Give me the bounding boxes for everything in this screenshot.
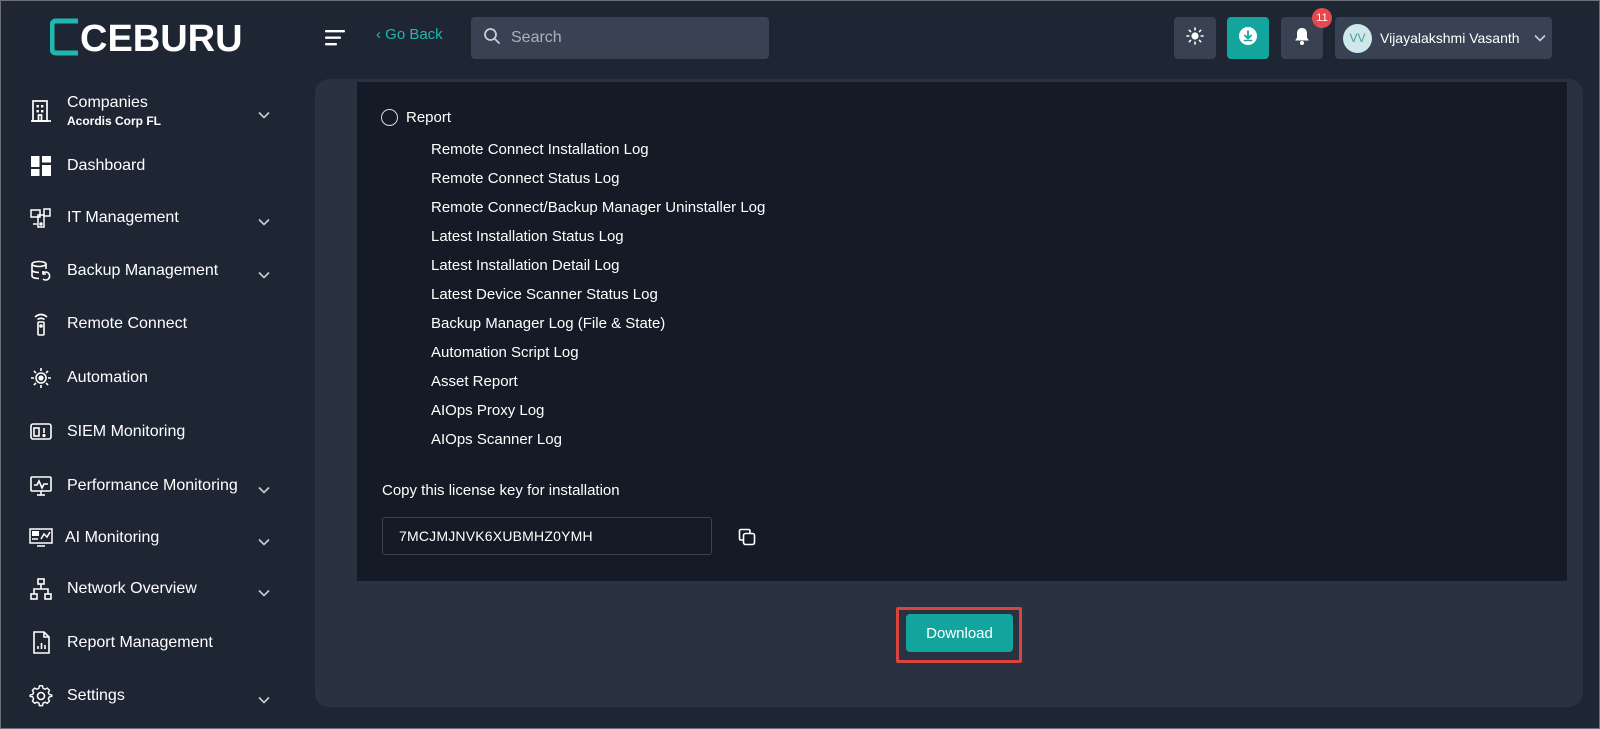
performance-icon [28,473,54,499]
copy-icon[interactable] [735,525,759,549]
sidebar-item-performance-monitoring[interactable]: Performance Monitoring [28,473,278,499]
sidebar: Companies Acordis Corp FL Dashboard IT M… [0,76,298,729]
sidebar-item-label: AI Monitoring [65,529,160,546]
building-icon [28,98,54,124]
sidebar-item-label: Remote Connect [67,315,188,332]
list-item: Asset Report [431,373,518,390]
notification-badge: 11 [1312,8,1332,28]
ai-monitor-icon [28,525,54,551]
chevron-down-icon [258,213,270,231]
report-panel: Report Remote Connect Installation Log R… [357,82,1567,581]
list-item: Backup Manager Log (File & State) [431,315,666,332]
sidebar-item-label: Automation [67,369,148,386]
sidebar-item-label: Performance Monitoring [67,477,238,494]
sidebar-item-label: SIEM Monitoring [67,423,186,440]
report-radio-option[interactable]: Report [381,109,451,126]
chevron-down-icon [258,584,270,602]
sidebar-item-label: Dashboard [67,157,146,174]
list-item: Latest Device Scanner Status Log [431,286,658,303]
settings-icon [28,683,54,709]
remote-icon [28,311,54,337]
radio-button[interactable] [381,109,398,126]
logo-text: CEBURU [80,18,243,56]
company-name: Acordis Corp FL [67,114,162,128]
logo-wordmark: CEBURU [50,18,243,56]
sidebar-item-it-management[interactable]: IT Management [28,205,278,231]
report-icon [28,630,54,656]
download-card: Report Remote Connect Installation Log R… [315,79,1583,707]
sidebar-item-label: Network Overview [67,580,197,597]
list-item: Latest Installation Detail Log [431,257,620,274]
log-list: Remote Connect Installation Log Remote C… [431,135,765,454]
chevron-down-icon [258,691,270,709]
theme-toggle-button[interactable] [1174,17,1216,59]
avatar: VV [1343,23,1372,53]
sidebar-item-label: Companies [67,94,148,111]
sidebar-item-backup-management[interactable]: Backup Management [28,258,278,284]
automation-icon [28,365,54,391]
notifications-button[interactable]: 11 [1281,8,1332,59]
menu-toggle-icon[interactable] [325,28,347,48]
sidebar-item-network-overview[interactable]: Network Overview [28,576,278,602]
list-item: AIOps Proxy Log [431,402,545,419]
backup-icon [28,258,54,284]
sun-icon [1186,26,1204,50]
siem-icon [28,419,54,445]
it-management-icon [28,205,54,231]
license-key-field[interactable]: 7MCJMJNVK6XUBMHZ0YMH [382,517,712,555]
download-button[interactable]: Download [906,614,1013,652]
search-bar[interactable] [471,17,769,59]
download-agent-button[interactable] [1227,17,1269,59]
chevron-down-icon [258,106,270,124]
chevron-down-icon [258,266,270,284]
sidebar-item-companies[interactable]: Companies Acordis Corp FL [28,92,278,130]
list-item: AIOps Scanner Log [431,431,562,448]
sidebar-item-remote-connect[interactable]: Remote Connect [28,311,278,337]
dashboard-icon [28,153,54,179]
list-item: Automation Script Log [431,344,579,361]
radio-label: Report [406,109,452,126]
user-name: Vijayalakshmi Vasanth [1380,30,1520,46]
chevron-down-icon [258,481,270,499]
search-input[interactable] [511,29,751,47]
ceburu-logo[interactable]: CEBURU [50,18,250,56]
chevron-down-icon [258,533,270,551]
sidebar-item-dashboard[interactable]: Dashboard [28,153,278,179]
main-content: Report Remote Connect Installation Log R… [298,76,1600,729]
license-key-label: Copy this license key for installation [382,482,620,499]
list-item: Remote Connect Installation Log [431,141,649,158]
list-item: Remote Connect/Backup Manager Uninstalle… [431,199,766,216]
download-circle-icon [1238,26,1258,51]
list-item: Latest Installation Status Log [431,228,624,245]
bell-icon [1293,26,1311,51]
sidebar-item-siem-monitoring[interactable]: SIEM Monitoring [28,419,278,445]
go-back-link[interactable]: ‹ Go Back [376,26,443,43]
top-bar: CEBURU ‹ Go Back Search 11 VV Vijayalaks… [0,0,1600,76]
list-item: Remote Connect Status Log [431,170,620,187]
sidebar-item-label: Report Management [67,634,213,651]
sidebar-item-ai-monitoring[interactable]: AI Monitoring [28,525,278,551]
chevron-down-icon [1533,29,1546,47]
user-menu[interactable]: VV Vijayalakshmi Vasanth [1335,17,1552,59]
sidebar-item-label: Settings [67,687,125,704]
sidebar-item-report-management[interactable]: Report Management [28,630,278,656]
sidebar-item-settings[interactable]: Settings [28,683,278,709]
sidebar-item-label: IT Management [67,209,179,226]
network-icon [28,576,54,602]
go-back-label: ‹ Go Back [376,26,443,43]
sidebar-item-label: Backup Management [67,262,219,279]
search-icon [483,27,501,50]
sidebar-item-automation[interactable]: Automation [28,365,278,391]
